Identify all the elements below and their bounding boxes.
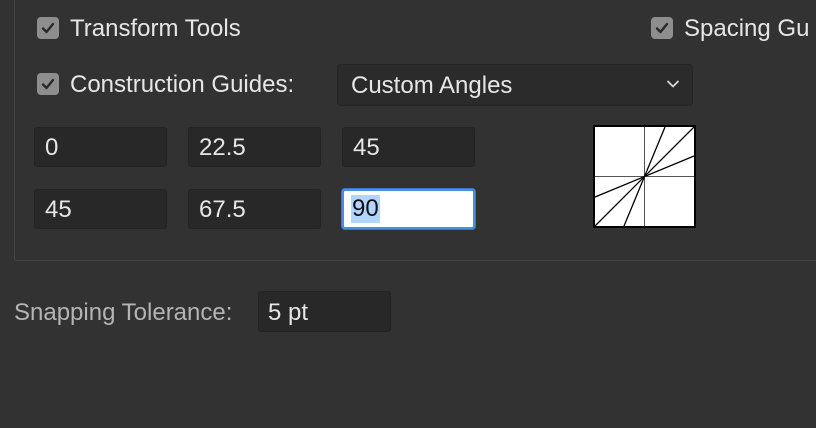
angle-field-1-value: 0: [45, 134, 59, 161]
spacing-guides-label: Spacing Gu: [684, 15, 810, 42]
checkmark-icon: [41, 22, 55, 34]
angle-select-value: Custom Angles: [351, 72, 513, 99]
transform-tools-label: Transform Tools: [70, 15, 241, 42]
angle-field-2-value: 22.5: [199, 134, 246, 161]
construction-guides-label: Construction Guides:: [70, 71, 295, 98]
angle-field-5[interactable]: 67.5: [188, 189, 321, 229]
angle-preview-diagram: [593, 125, 696, 228]
angle-field-6[interactable]: 90: [342, 189, 475, 229]
angle-field-3-value: 45: [353, 134, 380, 161]
construction-guides-angle-select[interactable]: Custom Angles: [337, 64, 693, 106]
spacing-guides-checkbox[interactable]: [651, 17, 673, 39]
snapping-tolerance-field[interactable]: 5 pt: [258, 291, 391, 332]
transform-tools-checkbox[interactable]: [37, 17, 59, 39]
angle-field-6-value: 90: [351, 195, 380, 223]
angle-field-4[interactable]: 45: [34, 189, 167, 229]
smart-guides-panel: Transform Tools Spacing Gu Construction …: [0, 0, 816, 428]
snapping-tolerance-value: 5 pt: [268, 299, 309, 326]
snapping-tolerance-label: Snapping Tolerance:: [14, 299, 233, 326]
angle-field-3[interactable]: 45: [342, 127, 475, 167]
angle-field-4-value: 45: [45, 196, 72, 223]
checkmark-icon: [41, 78, 55, 90]
angle-field-5-value: 67.5: [199, 196, 246, 223]
chevron-down-icon: [667, 80, 679, 88]
angle-field-1[interactable]: 0: [34, 127, 167, 167]
angle-field-2[interactable]: 22.5: [188, 127, 321, 167]
construction-guides-checkbox[interactable]: [37, 73, 59, 95]
checkmark-icon: [655, 22, 669, 34]
